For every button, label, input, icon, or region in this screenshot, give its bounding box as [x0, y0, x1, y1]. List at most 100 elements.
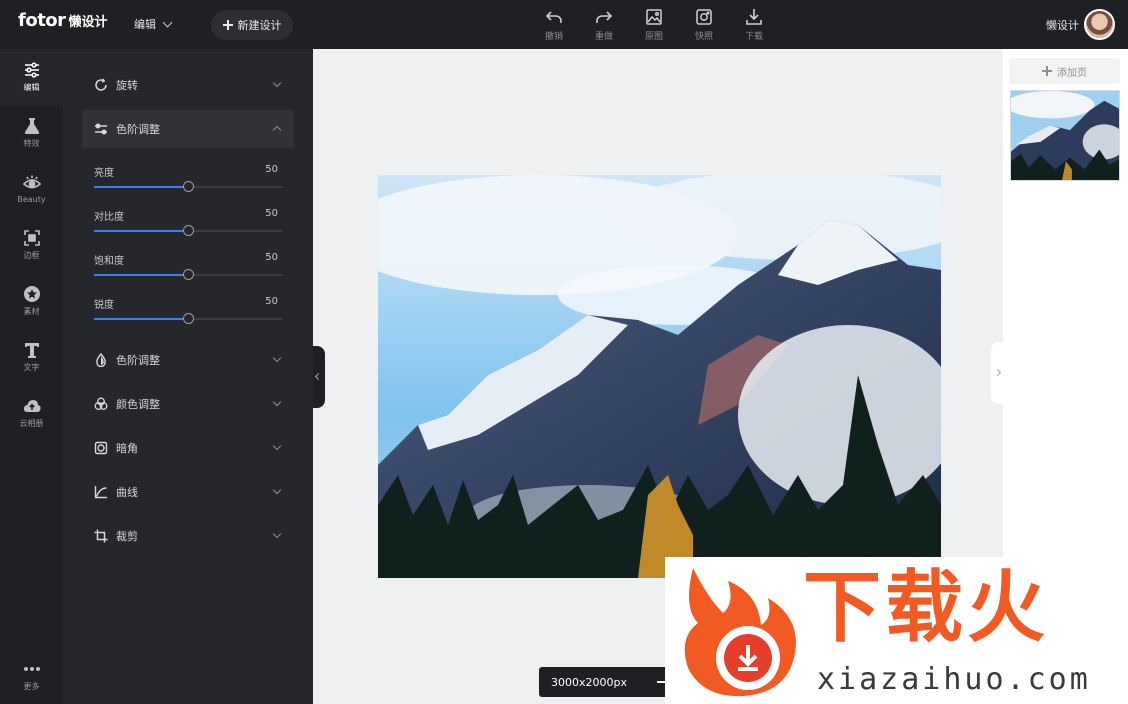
- rail-label: 云相册: [19, 419, 44, 428]
- section-rotate[interactable]: 旋转: [82, 66, 294, 104]
- color-circles-icon: [94, 397, 108, 411]
- avatar[interactable]: [1084, 9, 1115, 40]
- saturation-slider[interactable]: 饱和度 50: [94, 252, 282, 280]
- snapshot-button[interactable]: 快照: [684, 7, 724, 42]
- original-image-button[interactable]: 原图: [634, 7, 674, 42]
- curve-icon: [94, 485, 108, 499]
- section-crop[interactable]: 裁剪: [82, 517, 294, 555]
- slider-value: 50: [265, 208, 278, 219]
- rail-item-beauty[interactable]: Beauty: [0, 161, 63, 217]
- rotate-icon: [94, 78, 108, 92]
- rail-label: 边框: [23, 251, 40, 260]
- section-label: 暗角: [116, 442, 138, 455]
- section-levels-open[interactable]: 色阶调整: [82, 110, 294, 148]
- rail-label: Beauty: [17, 195, 46, 204]
- watermark-cn-text: 下载火: [803, 563, 1050, 653]
- collapse-panel-button[interactable]: [313, 346, 325, 408]
- redo-icon: [596, 11, 613, 23]
- rail-item-elements[interactable]: 素材: [0, 273, 63, 329]
- new-design-button[interactable]: 新建设计: [211, 10, 293, 40]
- slider-knob[interactable]: [183, 313, 194, 324]
- logo-cn-text: 懒设计: [68, 15, 108, 30]
- rail-label: 更多: [23, 682, 40, 691]
- section-color-adjust[interactable]: 颜色调整: [82, 385, 294, 423]
- mountain-photo: [378, 175, 941, 578]
- mode-dropdown-label: 编辑: [134, 18, 156, 31]
- redo-button[interactable]: 重做: [584, 7, 624, 42]
- chevron-down-icon: [272, 485, 282, 495]
- slider-track[interactable]: [94, 225, 282, 236]
- plus-icon: [222, 20, 233, 30]
- contrast-slider[interactable]: 对比度 50: [94, 208, 282, 236]
- slider-label: 饱和度: [94, 256, 124, 267]
- undo-icon: [545, 11, 562, 23]
- undo-button[interactable]: 撤销: [534, 7, 574, 42]
- canvas-image[interactable]: [378, 175, 941, 578]
- thumbnail-image: [1011, 91, 1119, 180]
- drop-icon: [94, 353, 108, 367]
- rail-label: 编辑: [23, 83, 40, 92]
- rail-item-frame[interactable]: 边框: [0, 217, 63, 273]
- pages-panel-toggle[interactable]: [991, 342, 1003, 404]
- section-curves[interactable]: 曲线: [82, 473, 294, 511]
- download-label: 下载: [744, 32, 763, 42]
- slider-fill: [94, 230, 188, 232]
- chevron-down-icon: [272, 529, 282, 539]
- canvas-size-label: 3000x2000px: [551, 675, 627, 689]
- flame-logo-icon: [684, 568, 796, 697]
- download-button[interactable]: 下载: [734, 7, 774, 42]
- original-image-label: 原图: [644, 32, 663, 42]
- rail-item-edit[interactable]: 编辑: [0, 49, 63, 105]
- chevron-down-icon: [272, 78, 282, 88]
- slider-knob[interactable]: [183, 269, 194, 280]
- slider-track[interactable]: [94, 269, 282, 280]
- watermark-url-text: xiazaihuo.com: [817, 662, 1091, 697]
- sliders-icon: [94, 122, 108, 136]
- eye-icon: [22, 175, 41, 189]
- add-page-button[interactable]: 添加页: [1009, 58, 1120, 84]
- slider-track[interactable]: [94, 313, 282, 324]
- left-rail: 编辑 特效 Beauty 边框 素材 文字 云相册 更多: [0, 49, 63, 704]
- plus-icon: [1042, 66, 1052, 76]
- slider-label: 对比度: [94, 212, 124, 223]
- slider-knob[interactable]: [183, 181, 194, 192]
- rail-item-text[interactable]: 文字: [0, 329, 63, 385]
- section-label: 曲线: [116, 486, 138, 499]
- section-levels[interactable]: 色阶调整: [82, 341, 294, 379]
- original-image-icon: [646, 9, 662, 25]
- slider-label: 锐度: [94, 300, 114, 311]
- section-label: 旋转: [116, 79, 138, 92]
- rail-item-effects[interactable]: 特效: [0, 105, 63, 161]
- section-label: 颜色调整: [116, 398, 160, 411]
- page-thumbnail[interactable]: [1010, 90, 1120, 181]
- snapshot-icon: [696, 9, 712, 25]
- section-vignette[interactable]: 暗角: [82, 429, 294, 467]
- rail-item-cloud-album[interactable]: 云相册: [0, 385, 63, 441]
- sharpness-slider[interactable]: 锐度 50: [94, 296, 282, 324]
- app-logo[interactable]: fotor 懒设计: [18, 10, 108, 31]
- cloud-upload-icon: [23, 400, 41, 412]
- slider-track[interactable]: [94, 181, 282, 192]
- text-icon: [24, 343, 39, 358]
- brightness-slider[interactable]: 亮度 50: [94, 164, 282, 192]
- chevron-down-icon: [162, 17, 173, 27]
- slider-knob[interactable]: [183, 225, 194, 236]
- chevron-down-icon: [272, 441, 282, 451]
- slider-fill: [94, 186, 188, 188]
- mode-dropdown[interactable]: 编辑: [134, 16, 173, 32]
- frame-icon: [23, 230, 40, 246]
- section-label: 色阶调整: [116, 354, 160, 367]
- section-label: 裁剪: [116, 530, 138, 543]
- sliders-icon: [24, 62, 39, 78]
- chevron-up-icon: [272, 125, 282, 135]
- user-name[interactable]: 懒设计: [1046, 17, 1079, 33]
- chevron-down-icon: [272, 397, 282, 407]
- rail-label: 素材: [23, 307, 40, 316]
- rail-item-more[interactable]: 更多: [0, 648, 63, 704]
- chevron-down-icon: [272, 353, 282, 363]
- undo-label: 撤销: [544, 32, 563, 42]
- rail-label: 文字: [23, 363, 40, 372]
- download-icon: [746, 9, 762, 25]
- slider-value: 50: [265, 164, 278, 175]
- watermark: 下载火 xiazaihuo.com: [665, 557, 1128, 704]
